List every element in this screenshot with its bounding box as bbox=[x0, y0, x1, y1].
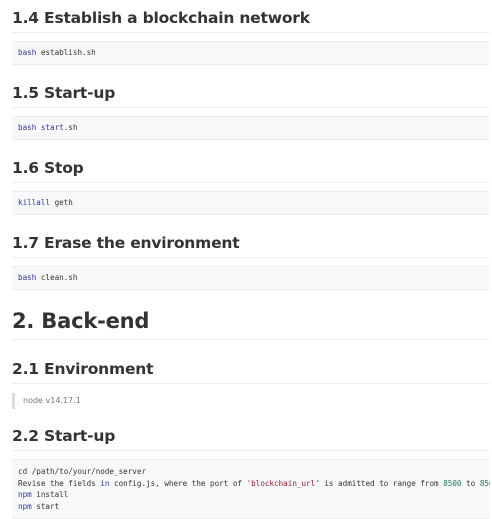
code-block-stop[interactable]: killall geth bbox=[12, 191, 490, 215]
code-command: bash bbox=[18, 48, 37, 57]
code-block-establish[interactable]: bash establish.sh bbox=[12, 41, 490, 65]
heading-erase-environment: 1.7 Erase the environment bbox=[12, 233, 490, 258]
code-text: config.js, where the port of bbox=[109, 478, 247, 488]
section-1-4: 1.4 Establish a blockchain network bash … bbox=[12, 8, 490, 65]
code-argument-rest: .sh bbox=[63, 123, 78, 132]
heading-establish-network: 1.4 Establish a blockchain network bbox=[12, 8, 490, 33]
heading-backend-startup: 2.2 Start-up bbox=[12, 426, 490, 451]
code-number-8503: 8503 bbox=[479, 478, 490, 488]
code-argument-keyword: start bbox=[36, 123, 64, 132]
code-argument: geth bbox=[50, 198, 73, 207]
code-line-revise: Revise the fields in config.js, where th… bbox=[18, 479, 490, 488]
heading-back-end: 2. Back-end bbox=[12, 308, 490, 340]
section-1-6: 1.6 Stop killall geth bbox=[12, 158, 490, 215]
code-block-clean[interactable]: bash clean.sh bbox=[12, 266, 490, 290]
code-text: Revise the fields bbox=[18, 478, 101, 488]
code-block-start[interactable]: bash start.sh bbox=[12, 116, 490, 140]
code-argument: clean.sh bbox=[36, 273, 78, 282]
code-string-blockchain-url: 'blockchain_url' bbox=[246, 478, 320, 488]
code-line-cd: cd /path/to/your/node_server bbox=[18, 467, 147, 476]
heading-stop: 1.6 Stop bbox=[12, 158, 490, 183]
code-argument: install bbox=[31, 490, 69, 499]
section-2-1: 2.1 Environment node v14.17.1 bbox=[12, 359, 490, 409]
code-block-backend-start[interactable]: cd /path/to/your/node_server Revise the … bbox=[12, 459, 490, 519]
environment-quote: node v14.17.1 bbox=[12, 393, 490, 409]
code-text: is admitted to range from bbox=[319, 478, 444, 488]
code-text: to bbox=[461, 478, 480, 488]
section-2: 2. Back-end bbox=[12, 308, 490, 340]
section-1-5: 1.5 Start-up bash start.sh bbox=[12, 83, 490, 140]
code-command: bash bbox=[18, 123, 37, 132]
heading-startup: 1.5 Start-up bbox=[12, 83, 490, 108]
heading-environment: 2.1 Environment bbox=[12, 359, 490, 384]
section-2-2: 2.2 Start-up cd /path/to/your/node_serve… bbox=[12, 426, 490, 519]
code-command: killall bbox=[18, 198, 51, 207]
code-command: npm bbox=[18, 501, 32, 511]
code-command: npm bbox=[18, 490, 32, 499]
code-argument: start bbox=[31, 501, 60, 511]
code-number-8500: 8500 bbox=[443, 478, 462, 488]
code-command: bash bbox=[18, 273, 37, 282]
code-argument: establish.sh bbox=[36, 48, 96, 57]
section-1-7: 1.7 Erase the environment bash clean.sh bbox=[12, 233, 490, 290]
